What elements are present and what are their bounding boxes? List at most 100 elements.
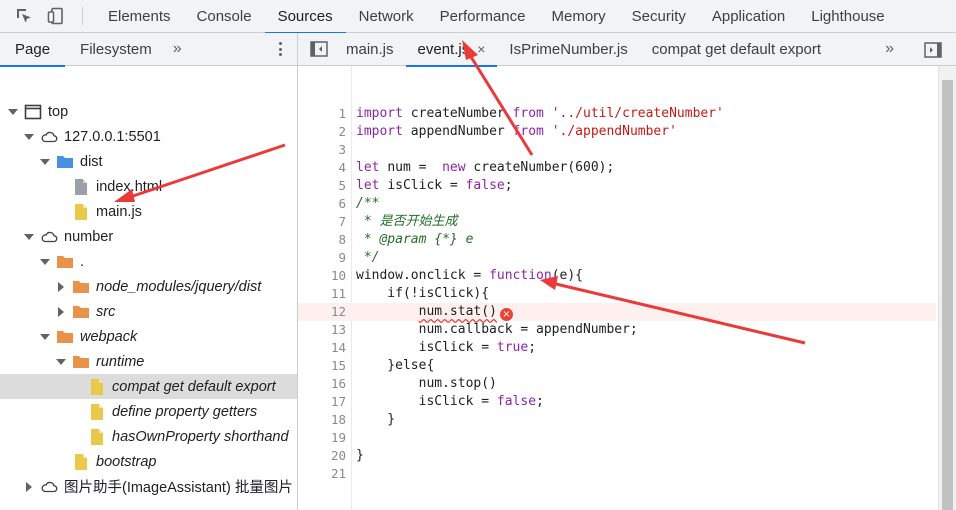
toggle-navigator-icon[interactable] bbox=[308, 38, 330, 60]
line-number[interactable]: 16 bbox=[298, 375, 346, 393]
tree-item[interactable]: . bbox=[0, 249, 297, 274]
error-icon[interactable]: × bbox=[499, 308, 513, 321]
tree-item[interactable]: compat get default export bbox=[0, 374, 297, 399]
line-number[interactable]: 20 bbox=[298, 447, 346, 465]
code-line[interactable]: 15 }else{ bbox=[298, 357, 936, 375]
tab-sources[interactable]: Sources bbox=[264, 0, 346, 34]
tree-item[interactable]: src bbox=[0, 299, 297, 324]
line-number[interactable]: 11 bbox=[298, 285, 346, 303]
tab-network[interactable]: Network bbox=[346, 0, 427, 33]
expand-down-icon[interactable] bbox=[40, 257, 50, 267]
code-line[interactable]: 6 /** bbox=[298, 195, 936, 213]
tree-item[interactable]: 图片助手(ImageAssistant) 批量图片 bbox=[0, 474, 297, 499]
tab-performance[interactable]: Performance bbox=[427, 0, 539, 33]
tab-security[interactable]: Security bbox=[619, 0, 699, 33]
tab-lighthouse[interactable]: Lighthouse bbox=[798, 0, 897, 33]
line-number[interactable]: 13 bbox=[298, 321, 346, 339]
line-number[interactable]: 12 bbox=[298, 303, 346, 321]
tree-item[interactable]: number bbox=[0, 224, 297, 249]
tree-item[interactable]: runtime bbox=[0, 349, 297, 374]
inspect-element-icon[interactable] bbox=[12, 4, 36, 28]
tree-item[interactable]: main.js bbox=[0, 199, 297, 224]
code-line[interactable]: 9 */ bbox=[298, 249, 936, 267]
tab-page[interactable]: Page bbox=[0, 33, 66, 67]
tree-item[interactable]: dist bbox=[0, 149, 297, 174]
line-number[interactable]: 9 bbox=[298, 249, 346, 267]
tree-item[interactable]: top bbox=[0, 99, 297, 124]
tree-item[interactable]: 127.0.0.1:5501 bbox=[0, 124, 297, 149]
code-line[interactable]: 19 bbox=[298, 429, 936, 447]
tab-application[interactable]: Application bbox=[699, 0, 798, 33]
tree-item[interactable]: node_modules/jquery/dist bbox=[0, 274, 297, 299]
code-line[interactable]: 18 } bbox=[298, 411, 936, 429]
code-line[interactable]: 17 isClick = false; bbox=[298, 393, 936, 411]
expand-right-icon[interactable] bbox=[24, 481, 34, 492]
expand-down-icon[interactable] bbox=[56, 357, 66, 367]
code-line[interactable]: 4 let num = new createNumber(600); bbox=[298, 159, 936, 177]
code-line[interactable]: 2 import appendNumber from './appendNumbe… bbox=[298, 123, 936, 141]
tab-elements[interactable]: Elements bbox=[95, 0, 184, 33]
line-number[interactable]: 17 bbox=[298, 393, 346, 411]
line-number[interactable]: 6 bbox=[298, 195, 346, 213]
code-line[interactable]: 11 if(!isClick){ bbox=[298, 285, 936, 303]
code-line[interactable]: 8 * @param {*} e bbox=[298, 231, 936, 249]
line-number[interactable]: 15 bbox=[298, 357, 346, 375]
device-toolbar-icon[interactable] bbox=[44, 4, 68, 28]
line-number[interactable]: 21 bbox=[298, 465, 346, 483]
tab-filesystem[interactable]: Filesystem bbox=[65, 33, 167, 66]
code-line[interactable]: 21 bbox=[298, 465, 936, 483]
close-icon[interactable]: × bbox=[477, 41, 485, 57]
tree-item[interactable]: bootstrap bbox=[0, 449, 297, 474]
expand-down-icon[interactable] bbox=[24, 132, 34, 142]
tab-event-js[interactable]: event.js × bbox=[405, 33, 498, 67]
code-line[interactable]: 20} bbox=[298, 447, 936, 465]
expand-down-icon[interactable] bbox=[24, 232, 34, 242]
code-line[interactable]: 3 bbox=[298, 141, 936, 159]
code-text: let num = new createNumber(600); bbox=[356, 159, 614, 177]
code-token: * @param {*} e bbox=[356, 232, 474, 247]
tree-item[interactable]: webpack bbox=[0, 324, 297, 349]
more-tabs-icon[interactable]: » bbox=[167, 40, 188, 58]
tree-item[interactable]: index.html bbox=[0, 174, 297, 199]
line-number[interactable]: 14 bbox=[298, 339, 346, 357]
line-number[interactable]: 7 bbox=[298, 213, 346, 231]
expand-down-icon[interactable] bbox=[8, 107, 18, 117]
line-number[interactable]: 3 bbox=[298, 141, 346, 159]
line-number[interactable]: 18 bbox=[298, 411, 346, 429]
code-line[interactable]: 14 isClick = true; bbox=[298, 339, 936, 357]
line-number[interactable]: 5 bbox=[298, 177, 346, 195]
tab-isprimenumber-js[interactable]: IsPrimeNumber.js bbox=[497, 33, 639, 66]
code-line[interactable]: 13 num.callback = appendNumber; bbox=[298, 321, 936, 339]
more-editor-tabs-icon[interactable]: » bbox=[885, 40, 894, 58]
scrollbar-thumb[interactable] bbox=[942, 80, 953, 510]
code-area[interactable]: 1 import createNumber from '../util/creat… bbox=[298, 66, 956, 510]
expand-right-icon[interactable] bbox=[56, 306, 66, 317]
tree-item[interactable]: hasOwnProperty shorthand bbox=[0, 424, 297, 449]
code-line[interactable]: 16 num.stop() bbox=[298, 375, 936, 393]
code-line[interactable]: 12 num.stat() × bbox=[298, 303, 936, 321]
tab-main-js[interactable]: main.js bbox=[334, 33, 406, 66]
line-number[interactable]: 4 bbox=[298, 159, 346, 177]
code-line[interactable]: 7 * 是否开始生成 bbox=[298, 213, 936, 231]
vertical-scrollbar[interactable] bbox=[938, 66, 956, 510]
code-line[interactable]: 10 window.onclick = function(e){ bbox=[298, 267, 936, 285]
line-number[interactable]: 8 bbox=[298, 231, 346, 249]
code-line[interactable]: 1 import createNumber from '../util/creat… bbox=[298, 105, 936, 123]
navigator-menu-icon[interactable] bbox=[279, 41, 283, 57]
expand-down-icon[interactable] bbox=[40, 332, 50, 342]
tab-compat-get-default-export[interactable]: compat get default export bbox=[640, 33, 833, 66]
line-number[interactable]: 10 bbox=[298, 267, 346, 285]
line-number[interactable]: 1 bbox=[298, 105, 346, 123]
code-line[interactable]: 5 let isClick = false; bbox=[298, 177, 936, 195]
line-number[interactable]: 19 bbox=[298, 429, 346, 447]
line-number[interactable]: 2 bbox=[298, 123, 346, 141]
folder-icon bbox=[56, 328, 74, 346]
tab-console[interactable]: Console bbox=[184, 0, 265, 33]
expand-right-icon[interactable] bbox=[56, 281, 66, 292]
tree-item[interactable]: define property getters bbox=[0, 399, 297, 424]
tab-memory[interactable]: Memory bbox=[539, 0, 619, 33]
expand-down-icon[interactable] bbox=[40, 157, 50, 167]
toggle-debugger-icon[interactable] bbox=[922, 39, 944, 61]
